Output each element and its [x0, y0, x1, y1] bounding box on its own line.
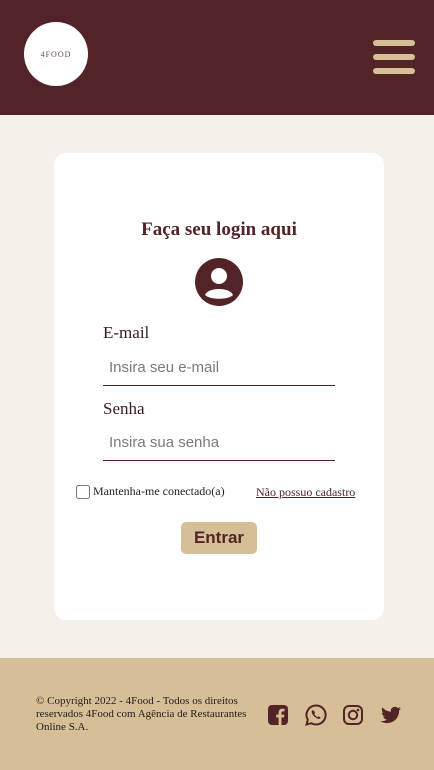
logo-text: 4FOOD [40, 49, 72, 59]
remember-me-label: Mantenha-me conectado(a) [93, 484, 225, 498]
instagram-icon[interactable] [342, 704, 364, 726]
menu-bar [373, 54, 415, 60]
header: 4FOOD [0, 0, 434, 115]
login-card: Faça seu login aqui E-mail Senha Mantenh… [54, 153, 384, 620]
copyright-text: © Copyright 2022 - 4Food - Todos os dire… [36, 695, 247, 733]
remember-me[interactable]: Mantenha-me conectado(a) [76, 484, 225, 499]
menu-bar [373, 68, 415, 74]
menu-bar [373, 40, 415, 46]
user-avatar-icon [195, 258, 243, 306]
logo[interactable]: 4FOOD [24, 22, 88, 86]
no-account-link[interactable]: Não possuo cadastro [256, 485, 355, 500]
facebook-icon[interactable] [267, 704, 289, 726]
hamburger-menu-icon[interactable] [373, 40, 415, 74]
remember-me-checkbox[interactable] [76, 484, 90, 499]
password-label: Senha [103, 399, 145, 418]
footer: © Copyright 2022 - 4Food - Todos os dire… [0, 658, 434, 770]
login-button[interactable]: Entrar [181, 522, 257, 554]
login-title: Faça seu login aqui [141, 219, 297, 240]
twitter-icon[interactable] [380, 704, 402, 726]
password-field[interactable] [103, 425, 335, 461]
whatsapp-icon[interactable] [305, 704, 327, 726]
email-field[interactable] [103, 350, 335, 386]
email-label: E-mail [103, 323, 150, 342]
